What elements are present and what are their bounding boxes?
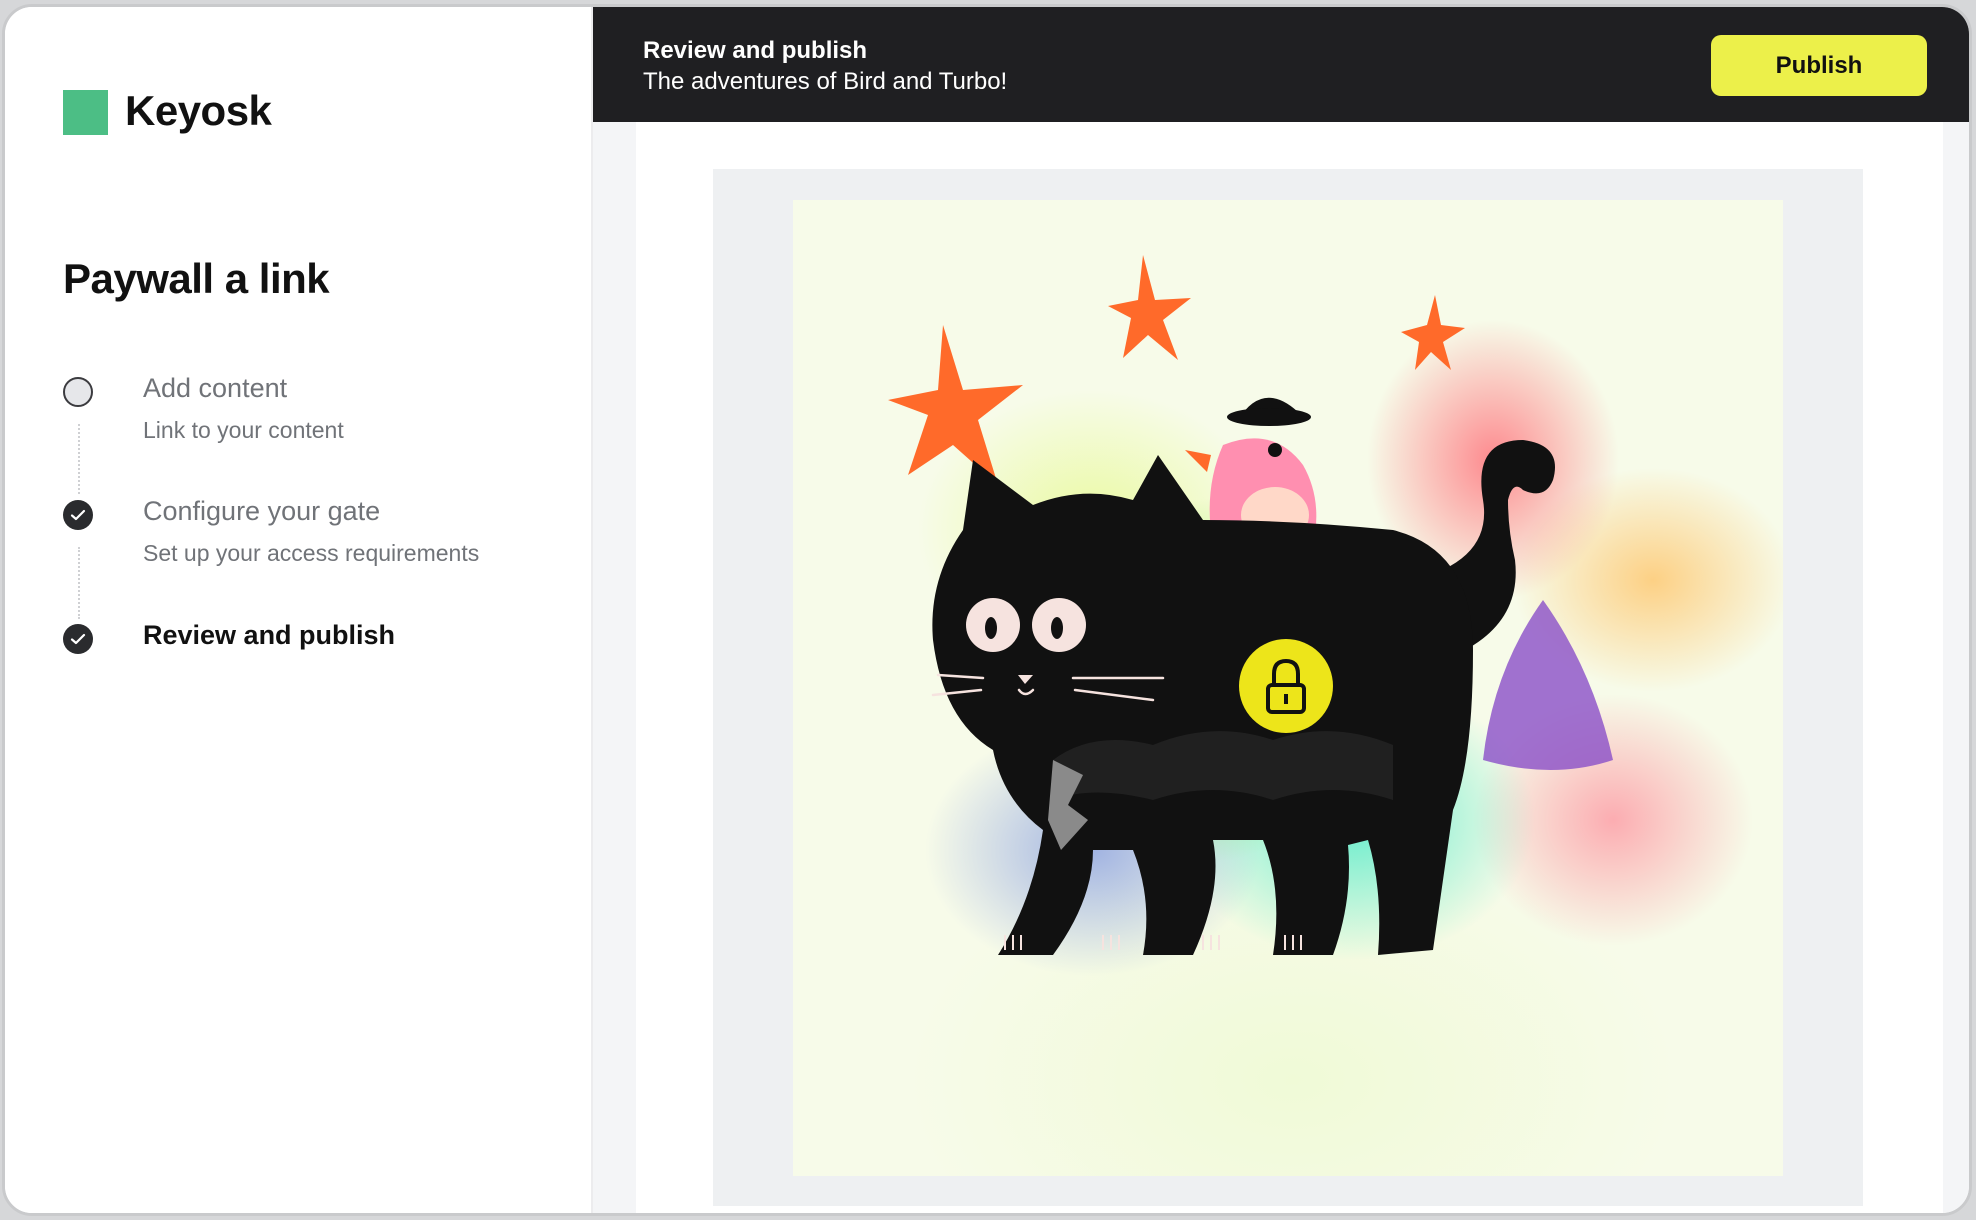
publish-button[interactable]: Publish bbox=[1711, 35, 1927, 96]
header-subtitle: The adventures of Bird and Turbo! bbox=[643, 68, 1008, 95]
sidebar: Keyosk Paywall a link Add content Link t… bbox=[5, 7, 593, 1213]
step-incomplete-icon bbox=[63, 377, 93, 407]
step-description: Set up your access requirements bbox=[143, 540, 480, 566]
step-title: Configure your gate bbox=[143, 496, 381, 526]
main-area: Review and publish The adventures of Bir… bbox=[593, 7, 1969, 1213]
preview-frame bbox=[713, 169, 1863, 1206]
logo-text: Keyosk bbox=[125, 87, 272, 134]
step-connector bbox=[78, 424, 80, 494]
content-panel bbox=[636, 122, 1943, 1213]
check-icon bbox=[63, 624, 93, 654]
header-title: Review and publish bbox=[643, 37, 868, 64]
page-title: Paywall a link bbox=[63, 255, 330, 302]
app-window: Keyosk Paywall a link Add content Link t… bbox=[2, 4, 1972, 1216]
logo-icon bbox=[63, 90, 108, 135]
step-connector bbox=[78, 547, 80, 619]
step-title: Review and publish bbox=[143, 620, 396, 650]
top-bar: Review and publish The adventures of Bir… bbox=[593, 7, 1969, 122]
step-description: Link to your content bbox=[143, 417, 344, 443]
step-title: Add content bbox=[143, 373, 288, 403]
check-icon bbox=[63, 500, 93, 530]
content-preview-image bbox=[793, 200, 1783, 1176]
